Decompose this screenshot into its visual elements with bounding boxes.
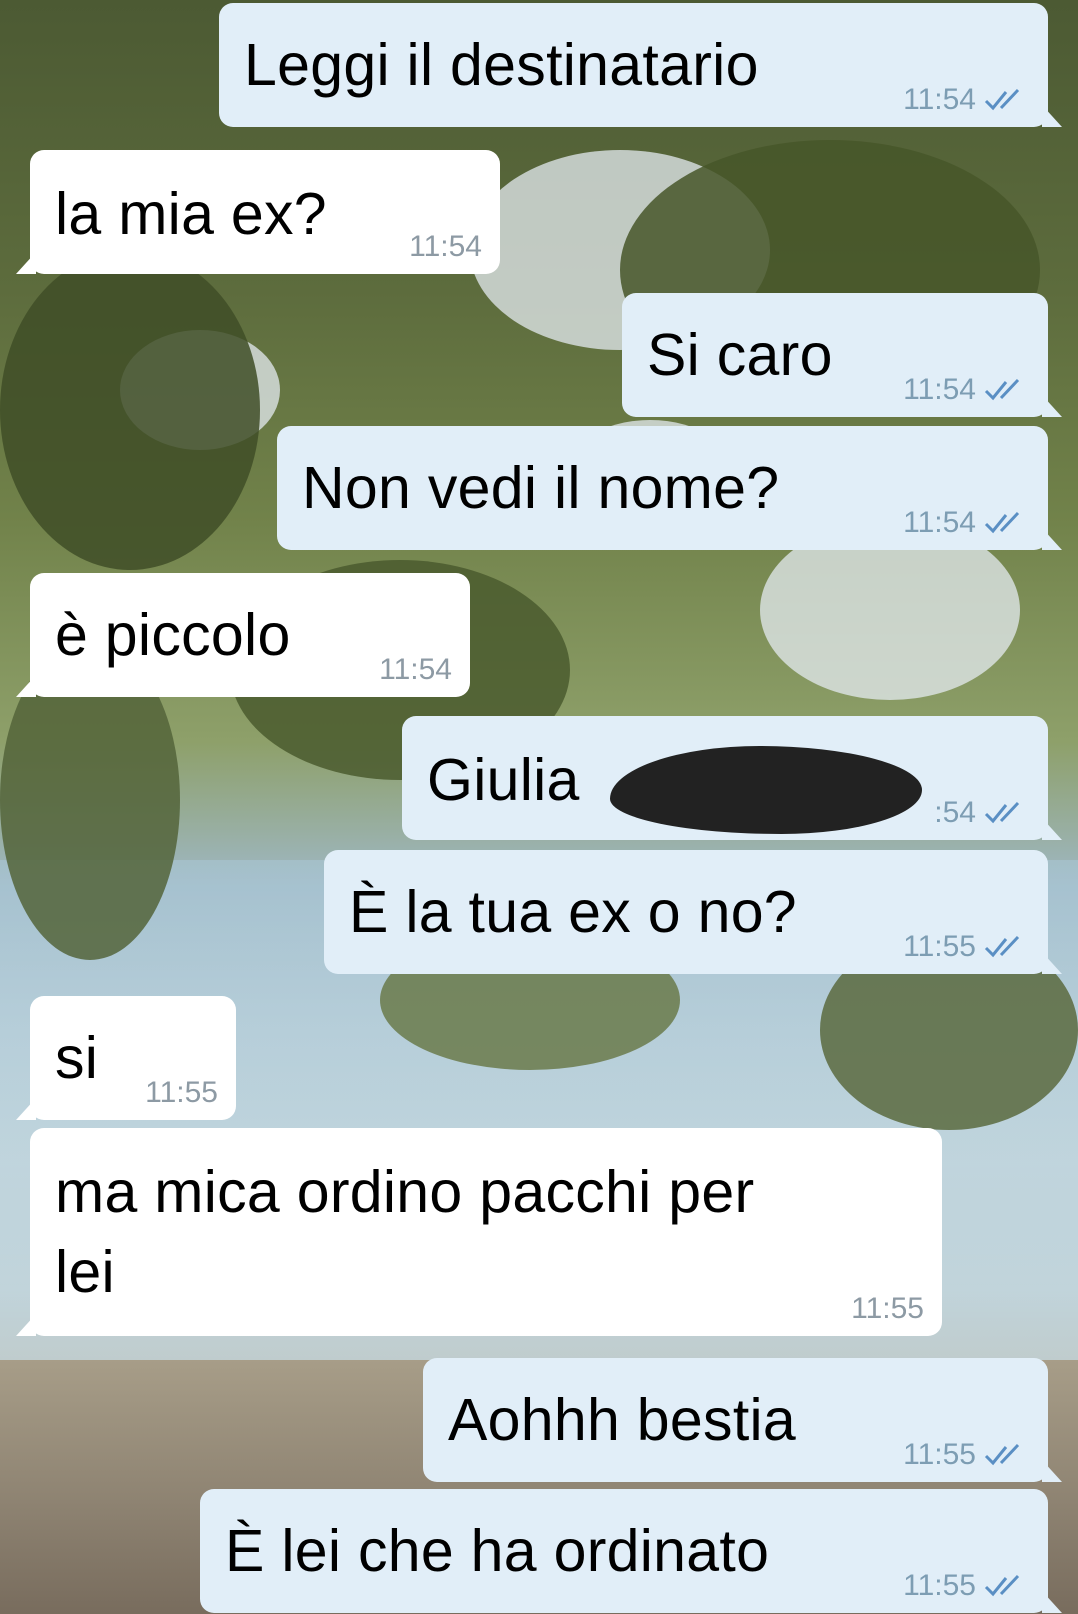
message-time: 11:55 xyxy=(145,1076,218,1109)
message-bubble-outgoing[interactable]: È la tua ex o no? 11:55 xyxy=(324,850,1062,974)
message-text: ma mica ordino pacchi per lei xyxy=(55,1159,755,1305)
read-double-check-icon xyxy=(984,1574,1020,1597)
message-bubble-incoming[interactable]: è piccolo 11:54 xyxy=(16,573,470,697)
message-time: 11:54 xyxy=(409,230,482,263)
message-time: 11:55 xyxy=(903,1569,976,1602)
read-double-check-icon xyxy=(984,511,1020,534)
read-double-check-icon xyxy=(984,88,1020,111)
message-time: 11:54 xyxy=(379,653,452,686)
message-time: 11:54 xyxy=(903,506,976,539)
message-bubble-outgoing[interactable]: Giulia :54 xyxy=(402,716,1062,840)
message-bubble-outgoing[interactable]: Si caro 11:54 xyxy=(622,293,1062,417)
message-time: :54 xyxy=(934,796,976,829)
read-double-check-icon xyxy=(984,935,1020,958)
message-bubble-outgoing[interactable]: Aohhh bestia 11:55 xyxy=(423,1358,1062,1482)
message-time: 11:55 xyxy=(903,930,976,963)
message-time: 11:55 xyxy=(903,1438,976,1471)
message-time: 11:54 xyxy=(903,373,976,406)
message-time: 11:54 xyxy=(903,83,976,116)
message-bubble-incoming[interactable]: ma mica ordino pacchi per lei 11:55 xyxy=(16,1128,942,1336)
message-bubble-incoming[interactable]: si 11:55 xyxy=(16,996,236,1120)
read-double-check-icon xyxy=(984,1443,1020,1466)
message-time: 11:55 xyxy=(851,1292,924,1325)
message-bubble-incoming[interactable]: la mia ex? 11:54 xyxy=(16,150,500,274)
read-double-check-icon xyxy=(984,801,1020,824)
message-bubble-outgoing[interactable]: Non vedi il nome? 11:54 xyxy=(277,426,1062,550)
message-bubble-outgoing[interactable]: Leggi il destinatario 11:54 xyxy=(219,3,1062,127)
message-bubble-outgoing[interactable]: È lei che ha ordinato 11:55 xyxy=(200,1489,1062,1613)
redaction-mark xyxy=(610,746,922,834)
read-double-check-icon xyxy=(984,378,1020,401)
